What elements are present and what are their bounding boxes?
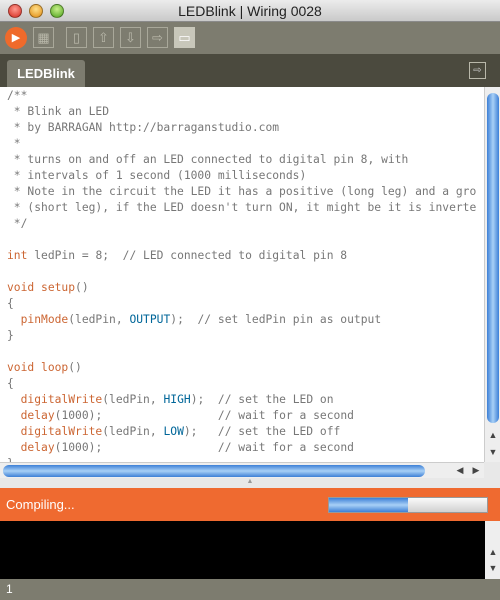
code-line: * Note in the circuit the LED it has a p…: [7, 185, 477, 198]
collapse-icon: ▲: [246, 478, 254, 485]
upload-icon: ⇨: [152, 30, 163, 45]
open-icon: ⇧: [98, 30, 109, 45]
console-scrollbar[interactable]: ▲ ▼: [485, 521, 500, 579]
window-title: LEDBlink | Wiring 0028: [178, 3, 322, 19]
code-line: pinMode(ledPin, OUTPUT); // set ledPin p…: [20, 313, 382, 326]
new-icon: ▯: [72, 30, 81, 45]
code-line: delay(1000); // wait for a second: [20, 409, 354, 422]
code-editor[interactable]: /** * Blink an LED * by BARRAGAN http://…: [0, 87, 484, 462]
code-line: void loop(): [7, 361, 82, 374]
zoom-window-button[interactable]: [50, 4, 64, 18]
code-line: * intervals of 1 second (1000 millisecon…: [7, 169, 307, 182]
footer-bar: 1: [0, 579, 500, 600]
horizontal-scrollbar[interactable]: ◀ ▶: [0, 462, 484, 478]
code-line: int ledPin = 8; // LED connected to digi…: [7, 249, 348, 262]
code-line: void setup(): [7, 281, 89, 294]
progress-bar: [328, 497, 488, 513]
open-button[interactable]: ⇧: [93, 27, 114, 48]
close-window-button[interactable]: [8, 4, 22, 18]
code-line: {: [7, 297, 14, 310]
title-bar: LEDBlink | Wiring 0028: [0, 0, 500, 22]
code-text: /** * Blink an LED * by BARRAGAN http://…: [0, 87, 484, 462]
arrow-right-icon: ⇨: [473, 65, 482, 76]
scroll-up-icon[interactable]: ▲: [485, 547, 500, 557]
code-line: }: [7, 329, 14, 342]
pane-divider[interactable]: ▲: [0, 478, 500, 488]
scroll-thumb[interactable]: [3, 465, 425, 477]
run-button[interactable]: ▶: [5, 27, 27, 49]
tab-ledblink[interactable]: LEDBlink: [7, 60, 85, 87]
tab-menu-button[interactable]: ⇨: [469, 62, 486, 79]
stop-button[interactable]: ▦: [33, 27, 54, 48]
code-line: digitalWrite(ledPin, HIGH); // set the L…: [20, 393, 334, 406]
code-line: * (short leg), if the LED doesn't turn O…: [7, 201, 477, 214]
code-line: * Blink an LED: [7, 105, 110, 118]
scroll-down-icon[interactable]: ▼: [485, 563, 500, 573]
tab-bar: LEDBlink ⇨: [0, 54, 500, 87]
serial-monitor-icon: ▭: [178, 30, 191, 45]
scroll-right-icon[interactable]: ▶: [468, 465, 484, 476]
code-line: * turns on and off an LED connected to d…: [7, 153, 409, 166]
code-line: {: [7, 377, 14, 390]
new-button[interactable]: ▯: [66, 27, 87, 48]
upload-button[interactable]: ⇨: [147, 27, 168, 48]
code-line: * by BARRAGAN http://barraganstudio.com: [7, 121, 280, 134]
code-line: /**: [7, 89, 28, 102]
save-button[interactable]: ⇩: [120, 27, 141, 48]
scroll-up-icon[interactable]: ▲: [485, 430, 500, 440]
toolbar: ▶ ▦ ▯ ⇧ ⇩ ⇨ ▭: [0, 22, 500, 54]
run-icon: ▶: [11, 32, 21, 44]
console-output[interactable]: [0, 521, 485, 579]
scroll-down-icon[interactable]: ▼: [485, 447, 500, 457]
code-line: delay(1000); // wait for a second: [20, 441, 354, 454]
save-icon: ⇩: [125, 30, 136, 45]
progress-fill: [329, 498, 408, 512]
stop-icon: ▦: [37, 30, 50, 45]
serial-monitor-button[interactable]: ▭: [174, 27, 195, 48]
code-line: digitalWrite(ledPin, LOW); // set the LE…: [20, 425, 341, 438]
line-number: 1: [6, 582, 13, 596]
code-line: *: [7, 137, 21, 150]
minimize-window-button[interactable]: [29, 4, 43, 18]
scroll-thumb[interactable]: [487, 93, 499, 423]
scroll-left-icon[interactable]: ◀: [452, 465, 468, 476]
code-line: */: [7, 217, 28, 230]
status-message: Compiling...: [6, 497, 75, 512]
vertical-scrollbar[interactable]: ▲ ▼: [484, 87, 500, 462]
